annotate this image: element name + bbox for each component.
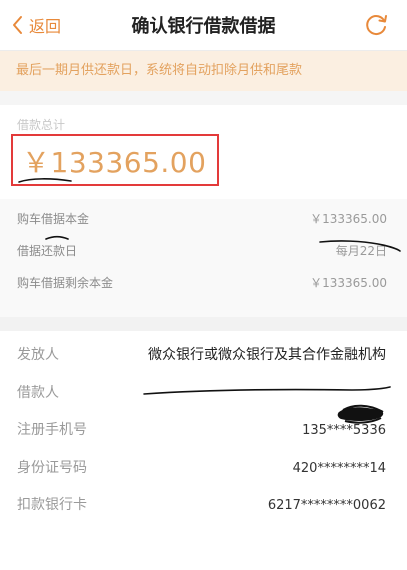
info-row-borrower: 借款人 <box>0 375 407 413</box>
section-divider <box>0 317 407 331</box>
detail-row-repay-day: 借据还款日 每月22日 <box>0 235 407 267</box>
total-amount: ￥133365.00 <box>22 146 207 179</box>
loan-details: 购车借据本金 ￥133365.00 借据还款日 每月22日 购车借据剩余本金 ￥… <box>0 199 407 317</box>
info-row-bank-card: 扣款银行卡 6217********0062 <box>0 487 407 525</box>
detail-label: 购车借据本金 <box>17 212 90 226</box>
detail-value: ￥133365.00 <box>310 212 387 226</box>
detail-label: 借据还款日 <box>17 244 78 258</box>
info-label: 扣款银行卡 <box>17 497 87 513</box>
refresh-icon[interactable] <box>363 12 389 38</box>
info-row-phone: 注册手机号 135****5336 <box>0 412 407 450</box>
info-value: 135****5336 <box>302 423 386 438</box>
detail-row-remaining: 购车借据剩余本金 ￥133365.00 <box>0 267 407 299</box>
info-row-id-number: 身份证号码 420********14 <box>0 450 407 488</box>
handwritten-underline <box>18 178 72 183</box>
detail-value: ￥133365.00 <box>310 276 387 290</box>
detail-value: 每月22日 <box>335 244 387 258</box>
detail-row-principal: 购车借据本金 ￥133365.00 <box>0 203 407 235</box>
info-value: 微众银行或微众银行及其合作金融机构 <box>148 347 386 363</box>
info-label: 身份证号码 <box>17 459 87 476</box>
notice-bar: 最后一期月供还款日，系统将自动扣除月供和尾款 <box>0 51 407 91</box>
detail-label: 购车借据剩余本金 <box>17 276 114 290</box>
info-label: 发放人 <box>17 347 59 363</box>
total-label: 借款总计 <box>17 118 66 132</box>
info-row-lender: 发放人 微众银行或微众银行及其合作金融机构 <box>0 337 407 375</box>
header: 返回 确认银行借款借据 <box>0 0 407 51</box>
info-label: 借款人 <box>17 384 59 401</box>
page-title: 确认银行借款借据 <box>131 16 276 37</box>
loan-parties: 发放人 微众银行或微众银行及其合作金融机构 借款人 注册手机号 135****5… <box>0 331 407 525</box>
info-label: 注册手机号 <box>17 422 87 438</box>
info-value: 6217********0062 <box>267 498 386 513</box>
info-value: 420********14 <box>292 460 386 476</box>
loan-receipt-page: 返回 确认银行借款借据 最后一期月供还款日，系统将自动扣除月供和尾款 借款总计 … <box>0 0 407 570</box>
loan-total-section: 借款总计 ￥133365.00 <box>0 105 407 199</box>
section-divider <box>0 91 407 105</box>
